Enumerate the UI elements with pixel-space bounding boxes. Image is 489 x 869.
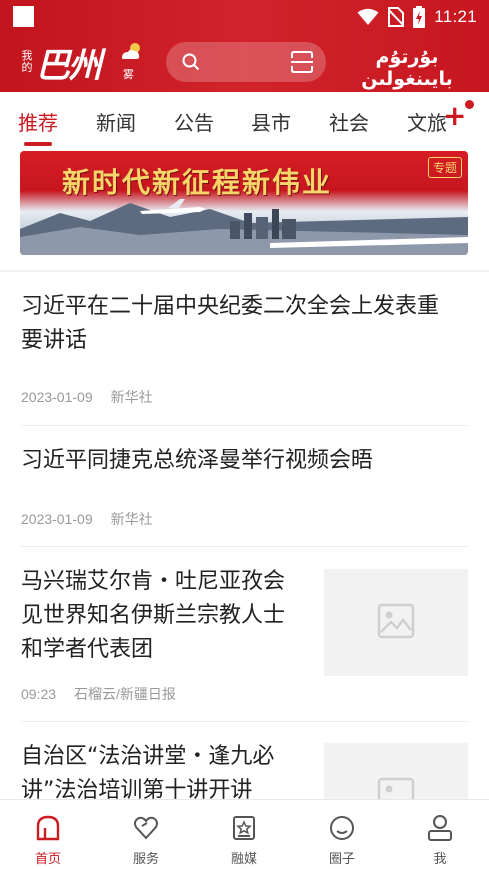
news-meta: 09:23 石榴云/新疆日报 <box>21 684 194 704</box>
news-meta: 2023-01-09 新华社 <box>21 509 171 529</box>
bottom-nav: 首页 服务 融媒 圈子 我 <box>0 799 489 869</box>
section-divider <box>0 270 489 272</box>
notification-icon <box>13 6 34 27</box>
scan-icon[interactable] <box>290 51 314 73</box>
news-thumbnail <box>324 569 468 676</box>
tab-society[interactable]: 社会 <box>329 107 369 136</box>
weather-text: 雾 <box>123 68 134 81</box>
news-source: 石榴云/新疆日报 <box>74 686 176 702</box>
news-date: 2023-01-09 <box>21 511 93 527</box>
item-divider <box>21 425 468 426</box>
news-meta: 2023-01-09 新华社 <box>21 387 171 407</box>
tab-notice[interactable]: 公告 <box>174 107 214 136</box>
nav-label: 服务 <box>132 852 159 867</box>
add-channel-icon[interactable]: + <box>443 102 466 130</box>
uyghur-title: بۇرتۇم بايىنغولىن <box>361 46 453 90</box>
active-tab-indicator <box>24 142 52 146</box>
search-icon <box>182 53 200 71</box>
image-placeholder-icon <box>377 603 415 639</box>
news-time: 09:23 <box>21 686 57 702</box>
status-bar: 11:21 <box>0 0 489 34</box>
banner-badge: 专题 <box>427 157 462 178</box>
nav-label: 圈子 <box>328 852 355 867</box>
news-title-line: 要讲话 <box>21 328 88 353</box>
news-title-line: 和学者代表团 <box>21 637 154 662</box>
nav-label: 首页 <box>34 852 61 867</box>
news-title-line: 马兴瑞艾尔肯・吐尼亚孜会 <box>21 569 286 594</box>
news-source: 新华社 <box>110 389 153 405</box>
weather-icon <box>122 43 140 59</box>
nav-label: 融媒 <box>230 852 257 867</box>
category-tabs: 推荐 新闻 公告 县市 社会 文旅 + <box>0 92 489 148</box>
tab-news[interactable]: 新闻 <box>96 107 136 136</box>
heart-icon <box>134 816 158 840</box>
news-date: 2023-01-09 <box>21 389 93 405</box>
feature-banner[interactable]: 新时代新征程新伟业 专题 <box>20 151 468 255</box>
item-divider <box>21 721 468 722</box>
news-title-line: 见世界知名伊斯兰宗教人士 <box>21 603 286 628</box>
wifi-icon <box>357 8 379 25</box>
home-icon <box>36 815 60 841</box>
nav-label: 我 <box>433 852 447 867</box>
item-divider <box>21 546 468 547</box>
no-sim-icon <box>388 7 405 27</box>
news-title-line: 习近平在二十届中央纪委二次全会上发表重 <box>21 294 440 319</box>
news-source: 新华社 <box>110 511 153 527</box>
header: 11:21 我的 巴州 雾 بۇرتۇم بايىنغولىن <box>0 0 489 92</box>
smile-icon <box>330 816 354 840</box>
logo-text: 巴州 <box>36 45 102 86</box>
new-dot <box>465 100 474 109</box>
battery-icon <box>413 6 426 28</box>
star-box-icon <box>233 816 255 840</box>
tab-counties[interactable]: 县市 <box>251 107 291 136</box>
logo-small-text: 我的 <box>21 49 33 74</box>
user-icon <box>428 815 452 841</box>
banner-title: 新时代新征程新伟业 <box>62 166 333 199</box>
news-title-line: 自治区“法治讲堂・逢九必 <box>21 744 275 769</box>
weather-widget[interactable]: 雾 <box>118 40 148 82</box>
app-logo: 我的 巴州 <box>20 40 103 86</box>
search-bar[interactable] <box>166 42 326 82</box>
news-title-line: 习近平同捷克总统泽曼举行视频会晤 <box>21 448 374 473</box>
status-time: 11:21 <box>434 7 477 26</box>
app-screen: 11:21 我的 巴州 雾 بۇرتۇم بايىنغولىن 推荐 新闻 公告… <box>0 0 489 869</box>
tab-culture-tourism[interactable]: 文旅 <box>407 107 447 136</box>
tab-recommend[interactable]: 推荐 <box>18 107 58 136</box>
